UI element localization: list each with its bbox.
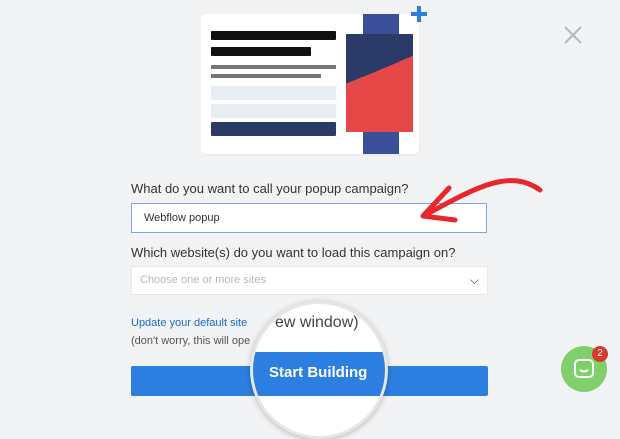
illustration-text-line-2 [211,74,321,78]
close-icon[interactable] [562,24,584,46]
red-arrow-annotation [420,178,543,223]
chevron-down-icon: ⌵ [469,273,479,287]
illustration-heading-line-2 [211,47,311,56]
plus-icon [411,6,427,22]
popup-illustration [201,14,419,154]
magnifier-text: ew window) [275,314,359,331]
illustration-field-2 [211,104,336,118]
website-select[interactable]: Choose one or more sites ⌵ [131,266,488,295]
chat-icon [574,359,594,378]
illustration-button [211,122,336,136]
chat-notification-badge: 2 [592,346,608,362]
campaign-name-label: What do you want to call your popup camp… [131,181,409,196]
magnified-start-building-button[interactable]: Start Building [253,352,385,396]
default-site-note: (don't worry, this will ope [131,335,251,347]
start-building-label: Start Building [269,364,368,381]
magnifier-overlay: ew window) Start Building [250,301,388,439]
illustration-heading-line [211,31,336,40]
website-select-placeholder: Choose one or more sites [140,274,266,286]
update-default-site-link[interactable]: Update your default site [131,317,247,329]
illustration-field-1 [211,86,336,100]
website-select-label: Which website(s) do you want to load thi… [131,245,456,260]
illustration-text-line [211,65,336,69]
illustration-banner [346,14,413,154]
